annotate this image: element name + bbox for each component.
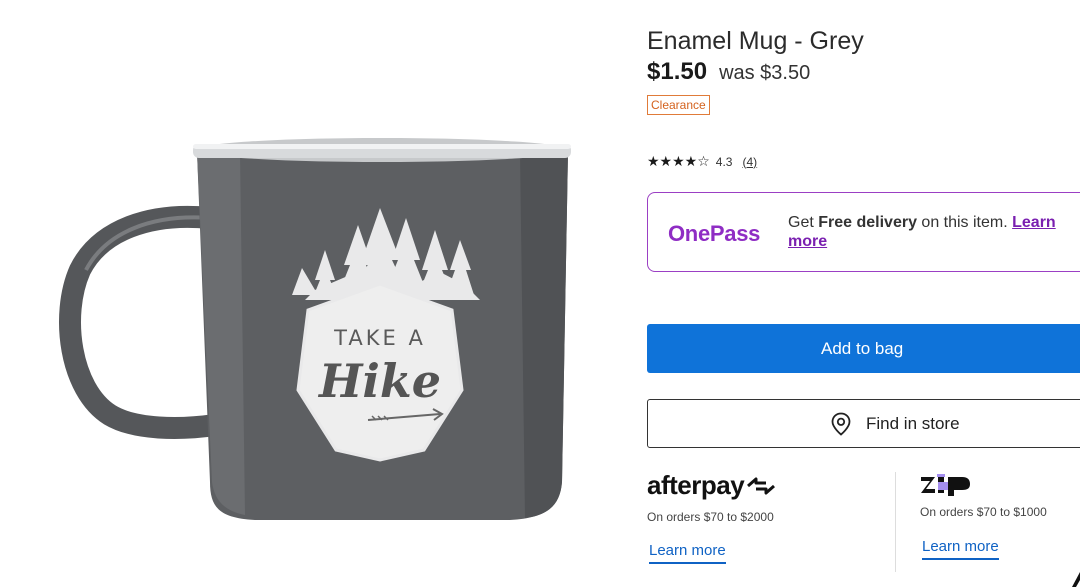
add-to-bag-button[interactable]: Add to bag [647,324,1080,373]
rating-stars-icon: ★★★★☆ [647,153,710,169]
onepass-learn-link[interactable]: Learn [1012,214,1056,231]
afterpay-learn-more-link[interactable]: Learn more [649,542,726,564]
onepass-text-suffix: on this item. [916,214,1013,231]
find-in-store-label: Find in store [866,413,960,433]
product-title: Enamel Mug - Grey [647,27,864,55]
product-info: Enamel Mug - Grey $1.50 was $3.50 Cleara… [647,0,1080,587]
onepass-free-delivery: Free delivery [818,214,917,231]
product-image: TAKE A Hike [40,100,600,540]
current-price: $1.50 [647,58,708,85]
zip-logo [920,474,976,496]
mug-text-take-a: TAKE A [333,326,426,350]
location-pin-icon [831,412,851,436]
was-price: was $3.50 [719,62,811,84]
afterpay-arrows-icon [747,477,776,494]
afterpay-logo: afterpay [647,470,778,501]
rating: ★★★★☆ 4.3 (4) [647,153,757,170]
review-count-link[interactable]: (4) [742,155,757,169]
onepass-learn-more-link[interactable]: more [788,233,827,251]
rating-value: 4.3 [715,154,733,169]
mug-text-hike: Hike [317,354,441,408]
onepass-message: Get Free delivery on this item. Learn [788,214,1080,232]
zip-note: On orders $70 to $1000 [920,505,1047,519]
afterpay-section: afterpay On orders $70 to $2000 Learn mo… [647,470,887,570]
zip-learn-more-link[interactable]: Learn more [922,538,999,560]
zip-logo-icon [921,474,970,496]
afterpay-logo-text: afterpay [647,470,745,500]
afterpay-note: On orders $70 to $2000 [647,510,774,524]
corner-fragment-icon [1072,572,1080,587]
find-in-store-button[interactable]: Find in store [647,399,1080,448]
price-row: $1.50 was $3.50 [647,58,810,86]
clearance-badge: Clearance [647,95,710,115]
payment-divider [895,472,896,572]
onepass-logo: OnePass [668,221,761,246]
zip-section: On orders $70 to $1000 Learn more [920,470,1080,570]
enamel-mug-image: TAKE A Hike [59,138,571,520]
onepass-text-prefix: Get [788,214,819,231]
onepass-banner: OnePass Get Free delivery on this item. … [647,192,1080,272]
